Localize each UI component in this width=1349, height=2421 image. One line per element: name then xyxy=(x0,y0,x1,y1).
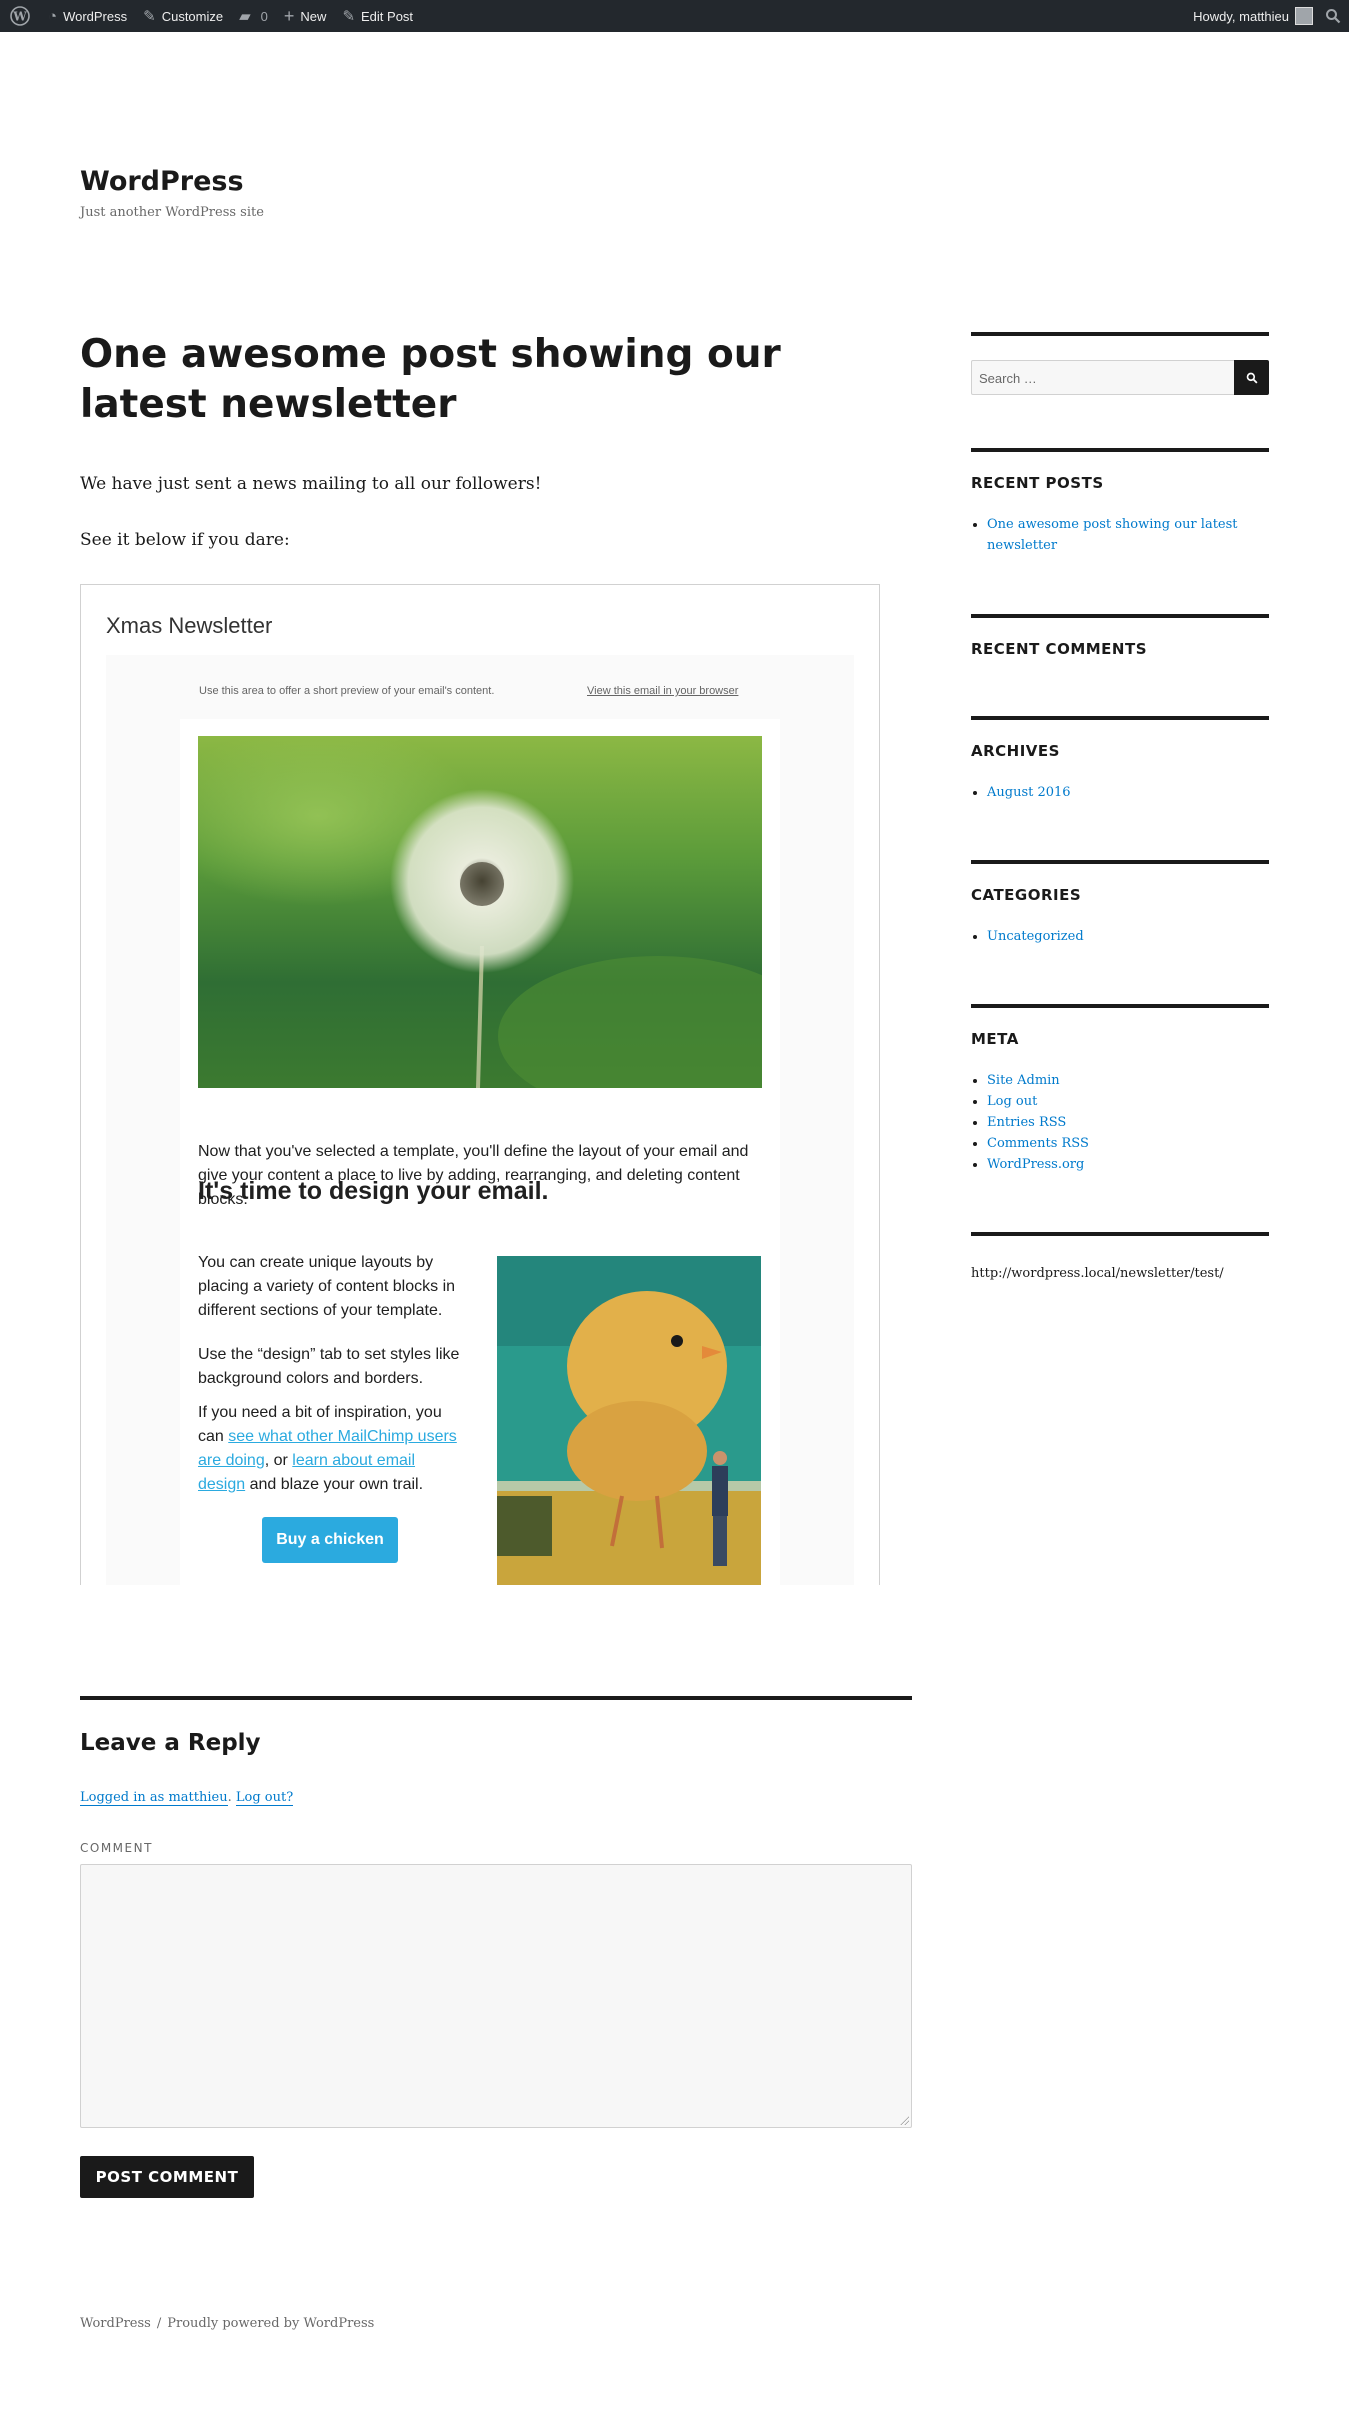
new-content-menu[interactable]: + New xyxy=(276,0,335,32)
categories-list: Uncategorized xyxy=(987,926,1084,947)
pencil-icon: ✎ xyxy=(342,7,356,25)
wordpress-org-link[interactable]: WordPress.org xyxy=(987,1157,1084,1172)
svg-text:W: W xyxy=(12,10,27,24)
newsletter-preheader: Use this area to offer a short preview o… xyxy=(199,685,495,697)
footer-separator: / xyxy=(156,2316,162,2331)
dashboard-icon: ◔ xyxy=(48,7,58,25)
newsletter-title: Xmas Newsletter xyxy=(106,613,273,638)
reply-title: Leave a Reply xyxy=(80,1730,261,1756)
plus-icon: + xyxy=(283,6,295,26)
text-span: and blaze your own trail. xyxy=(245,1476,424,1493)
admin-bar: W ◔ WordPress ✎ Customize ▰ 0 + New ✎ Ed… xyxy=(0,0,1349,32)
dandelion-image xyxy=(198,736,762,1088)
archives-list: August 2016 xyxy=(987,782,1071,803)
howdy-label: Howdy, matthieu xyxy=(1193,8,1289,24)
brush-icon: ✎ xyxy=(143,7,156,25)
newsletter-body: Use this area to offer a short preview o… xyxy=(106,655,854,1585)
recent-comments-widget: RECENT COMMENTS xyxy=(971,614,1269,674)
post-paragraph: See it below if you dare: xyxy=(80,530,290,550)
recent-post-link[interactable]: One awesome post showing our latest news… xyxy=(987,517,1238,553)
list-item: Site Admin xyxy=(987,1070,1089,1091)
powered-by-link[interactable]: Proudly powered by WordPress xyxy=(167,2316,374,2331)
search-widget: Search … xyxy=(971,332,1269,402)
wordpress-logo-icon: W xyxy=(10,6,30,26)
avatar xyxy=(1295,7,1313,25)
post-title: One awesome post showing our latest news… xyxy=(80,332,781,427)
search-submit-button[interactable] xyxy=(1234,360,1269,395)
comment-respond: Leave a Reply Logged in as matthieu. Log… xyxy=(80,1696,912,2198)
my-account-menu[interactable]: Howdy, matthieu xyxy=(1185,0,1317,32)
adminbar-search[interactable] xyxy=(1317,0,1349,32)
list-item: Log out xyxy=(987,1091,1089,1112)
newsletter-col-paragraph: Use the “design” tab to set styles like … xyxy=(198,1346,460,1387)
customize-menu[interactable]: ✎ Customize xyxy=(135,0,231,32)
view-in-browser-link[interactable]: View this email in your browser xyxy=(587,685,738,697)
site-title[interactable]: WordPress xyxy=(80,166,244,197)
text-widget: http://wordpress.local/newsletter/test/ xyxy=(971,1232,1269,1292)
site-name-menu[interactable]: ◔ WordPress xyxy=(40,0,135,32)
comments-rss-link[interactable]: Comments RSS xyxy=(987,1136,1089,1151)
wp-logo-menu[interactable]: W xyxy=(0,0,40,32)
newsletter-intro: Now that you've selected a template, you… xyxy=(198,1143,749,1208)
text-span: , or xyxy=(264,1452,293,1469)
comments-menu[interactable]: ▰ 0 xyxy=(231,0,276,32)
comment-textarea[interactable] xyxy=(80,1864,912,2128)
post-paragraph: We have just sent a news mailing to all … xyxy=(80,474,542,494)
site-name-label: WordPress xyxy=(63,8,128,24)
profile-link[interactable]: Logged in as matthieu xyxy=(80,1790,228,1806)
newsletter-content: It's time to design your email. Now that… xyxy=(180,719,780,1585)
widget-title: ARCHIVES xyxy=(971,742,1060,760)
site-footer: WordPress / Proudly powered by WordPress xyxy=(80,2316,374,2331)
search-input[interactable]: Search … xyxy=(971,360,1235,395)
archive-link[interactable]: August 2016 xyxy=(987,785,1071,800)
archives-widget: ARCHIVES August 2016 xyxy=(971,716,1269,806)
log-out-link[interactable]: Log out xyxy=(987,1094,1037,1109)
text-widget-content: http://wordpress.local/newsletter/test/ xyxy=(971,1266,1224,1281)
customize-label: Customize xyxy=(161,8,224,24)
recent-posts-widget: RECENT POSTS One awesome post showing ou… xyxy=(971,448,1269,558)
meta-list: Site Admin Log out Entries RSS Comments … xyxy=(987,1070,1089,1175)
list-item: One awesome post showing our latest news… xyxy=(987,514,1257,556)
edit-post-menu[interactable]: ✎ Edit Post xyxy=(334,0,421,32)
list-item: Uncategorized xyxy=(987,926,1084,947)
newsletter-col-paragraph: If you need a bit of inspiration, you ca… xyxy=(198,1401,460,1497)
widget-title: RECENT COMMENTS xyxy=(971,640,1148,658)
chick-image xyxy=(497,1256,761,1585)
resize-handle-icon[interactable] xyxy=(899,2115,909,2125)
widget-title: CATEGORIES xyxy=(971,886,1082,904)
edit-post-label: Edit Post xyxy=(361,8,414,24)
comment-label: COMMENT xyxy=(80,1841,153,1855)
entries-rss-link[interactable]: Entries RSS xyxy=(987,1115,1066,1130)
search-icon xyxy=(1326,9,1341,24)
meta-widget: META Site Admin Log out Entries RSS Comm… xyxy=(971,1004,1269,1184)
newsletter-col-paragraph: You can create unique layouts by placing… xyxy=(198,1254,456,1319)
search-icon xyxy=(1246,372,1258,384)
widget-title: RECENT POSTS xyxy=(971,474,1104,492)
post-comment-button[interactable]: POST COMMENT xyxy=(80,2156,254,2198)
recent-posts-list: One awesome post showing our latest news… xyxy=(987,514,1257,556)
category-link[interactable]: Uncategorized xyxy=(987,929,1084,944)
comment-bubble-icon: ▰ xyxy=(239,7,251,25)
widget-title: META xyxy=(971,1030,1019,1048)
list-item: Comments RSS xyxy=(987,1133,1089,1154)
footer-site-link[interactable]: WordPress xyxy=(80,2316,151,2331)
categories-widget: CATEGORIES Uncategorized xyxy=(971,860,1269,950)
newsletter-embed: Xmas Newsletter Use this area to offer a… xyxy=(80,584,880,1585)
separator: . xyxy=(227,1790,236,1805)
list-item: Entries RSS xyxy=(987,1112,1089,1133)
site-description: Just another WordPress site xyxy=(80,205,264,220)
site-admin-link[interactable]: Site Admin xyxy=(987,1073,1060,1088)
logged-in-as: Logged in as matthieu. Log out? xyxy=(80,1790,294,1806)
new-label: New xyxy=(300,8,327,24)
buy-chicken-button[interactable]: Buy a chicken xyxy=(262,1517,398,1563)
comments-count: 0 xyxy=(260,8,268,24)
list-item: WordPress.org xyxy=(987,1154,1089,1175)
list-item: August 2016 xyxy=(987,782,1071,803)
logout-link[interactable]: Log out? xyxy=(235,1790,294,1806)
